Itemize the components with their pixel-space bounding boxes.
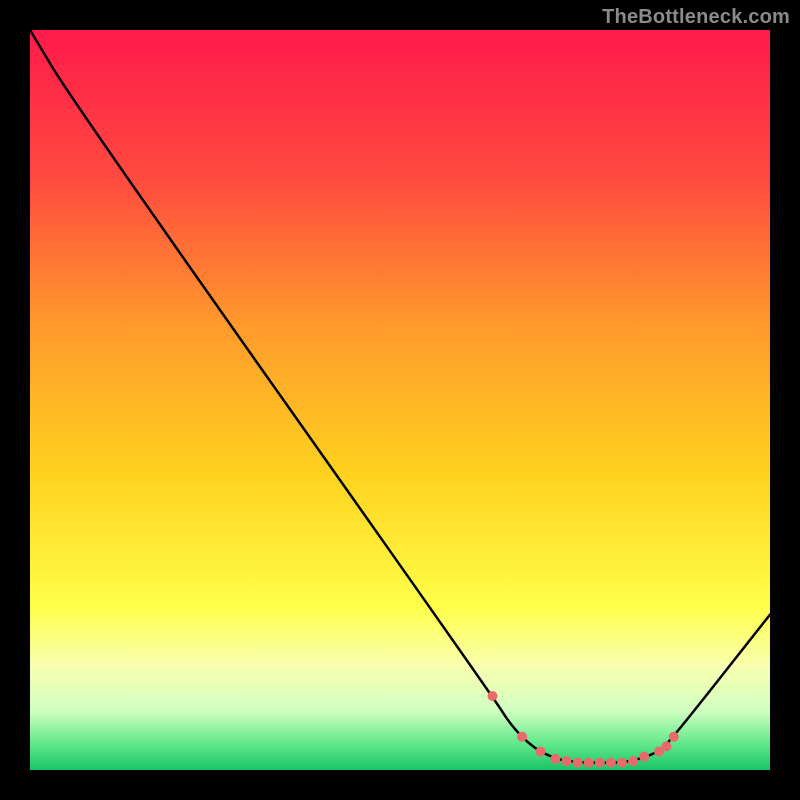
data-marker [562, 756, 572, 766]
data-marker [595, 758, 605, 768]
gradient-background [30, 30, 770, 770]
data-marker [536, 747, 546, 757]
data-marker [639, 752, 649, 762]
data-marker [517, 732, 527, 742]
data-marker [573, 758, 583, 768]
watermark: TheBottleneck.com [602, 6, 790, 29]
data-marker [584, 758, 594, 768]
chart-svg [30, 30, 770, 770]
data-marker [669, 732, 679, 742]
data-marker [606, 758, 616, 768]
data-marker [488, 691, 498, 701]
chart-stage: TheBottleneck.com [0, 0, 800, 800]
data-marker [628, 756, 638, 766]
data-marker [617, 758, 627, 768]
data-marker [661, 741, 671, 751]
data-marker [550, 754, 560, 764]
plot-area [30, 30, 770, 770]
